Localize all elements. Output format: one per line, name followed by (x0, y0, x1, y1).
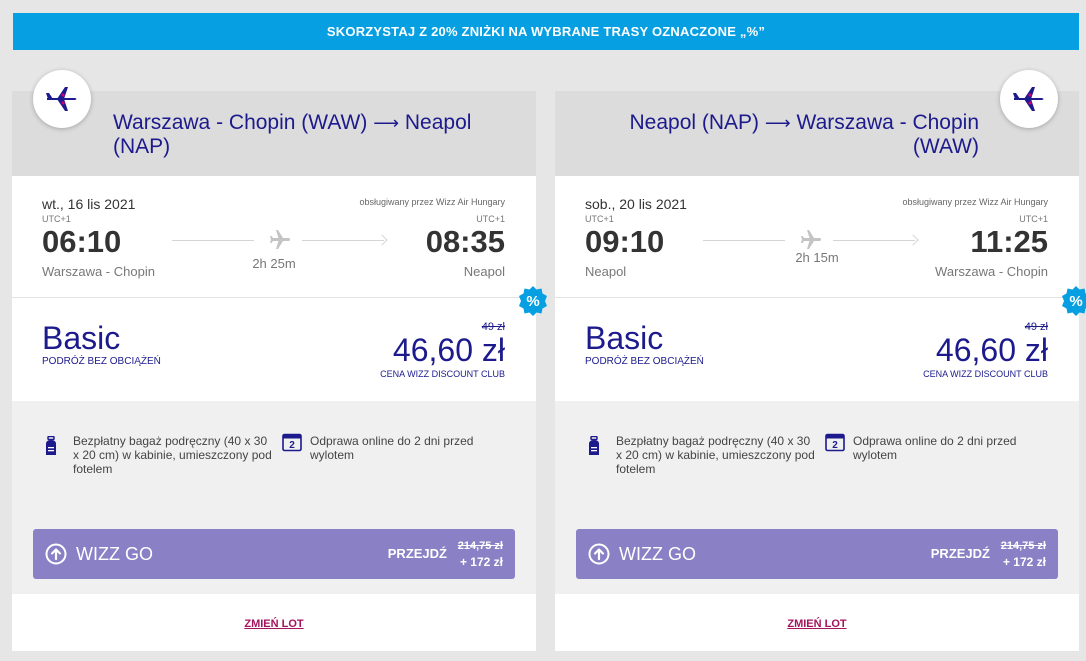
feature-baggage-text: Bezpłatny bagaż podręczny (40 x 30 x 20 … (73, 434, 272, 476)
route-arrow: ⟶ (373, 113, 400, 133)
wizz-go-add-price: + 172 zł (459, 555, 503, 569)
change-flight-link[interactable]: ZMIEŃ LOT (12, 618, 536, 630)
arrival-city: Neapol (463, 264, 505, 279)
wizz-go-label: WIZZ GO (76, 544, 153, 564)
wizz-go-button[interactable]: WIZZ GO PRZEJDŹ 214,75 zł + 172 zł (576, 529, 1058, 579)
wizz-go-action: PRZEJDŹ (387, 546, 447, 561)
flight-date: sob., 20 lis 2021 (585, 196, 687, 212)
arrow-up-circle-icon (588, 543, 610, 570)
fare-price: 46,60 zł (392, 332, 505, 368)
return-flight-card: Neapol (NAP) ⟶ Warszawa - Chopin (WAW) s… (555, 91, 1079, 651)
fare-features: Bezpłatny bagaż podręczny (40 x 30 x 20 … (12, 401, 536, 594)
flight-duration: 2h 15m (795, 250, 839, 265)
flight-details: wt., 16 lis 2021 obsługiwany przez Wizz … (12, 176, 536, 298)
wizz-go-old-price: 214,75 zł (1000, 540, 1046, 552)
route-origin: Warszawa - Chopin (WAW) (113, 111, 368, 134)
feature-checkin-text: Odprawa online do 2 dni przed wylotem (310, 434, 474, 462)
wizz-go-old-price: 214,75 zł (457, 540, 503, 552)
flight-date: wt., 16 lis 2021 (42, 196, 136, 212)
feature-baggage-text: Bezpłatny bagaż podręczny (40 x 30 x 20 … (616, 434, 815, 476)
operated-by: obsługiwany przez Wizz Air Hungary (902, 197, 1048, 207)
departure-time: 06:10 (42, 224, 122, 259)
departure-timezone: UTC+1 (42, 214, 71, 224)
backpack-icon (45, 435, 61, 459)
fare-subtitle: PODRÓŻ BEZ OBCIĄŻEŃ (585, 356, 704, 367)
promo-banner: SKORZYSTAJ Z 20% ZNIŻKI NA WYBRANE TRASY… (13, 13, 1079, 50)
route-destination: Warszawa - Chopin (WAW) (796, 111, 979, 158)
calendar-icon: 2 (825, 432, 845, 455)
wizz-go-label: WIZZ GO (619, 544, 696, 564)
airplane-icon (1000, 70, 1058, 128)
arrival-timezone: UTC+1 (1019, 214, 1048, 224)
path-line (833, 240, 915, 241)
path-line (703, 240, 785, 241)
flight-details: sob., 20 lis 2021 obsługiwany przez Wizz… (555, 176, 1079, 298)
path-arrow-icon (376, 234, 388, 246)
fare-option[interactable]: Basic PODRÓŻ BEZ OBCIĄŻEŃ 49 zł 46,60 zł… (12, 298, 536, 401)
arrival-time: 08:35 (425, 224, 505, 259)
departure-city: Warszawa - Chopin (42, 264, 155, 279)
calendar-icon-number: 2 (289, 440, 295, 451)
discount-badge-icon: % (517, 285, 549, 317)
outbound-flight-card: Warszawa - Chopin (WAW) ⟶ Neapol (NAP) w… (12, 91, 536, 651)
arrival-timezone: UTC+1 (476, 214, 505, 224)
fare-option[interactable]: Basic PODRÓŻ BEZ OBCIĄŻEŃ 49 zł 46,60 zł… (555, 298, 1079, 401)
operated-by: obsługiwany przez Wizz Air Hungary (359, 197, 505, 207)
route-title: Neapol (NAP) ⟶ Warszawa - Chopin (WAW) (585, 111, 979, 158)
wizz-go-add-price: + 172 zł (1002, 555, 1046, 569)
airplane-icon (33, 70, 91, 128)
fare-name: Basic (42, 320, 121, 356)
flight-path (172, 228, 392, 252)
route-arrow: ⟶ (764, 113, 791, 133)
path-arrow-icon (907, 234, 919, 246)
calendar-icon-number: 2 (832, 440, 838, 451)
fare-name: Basic (585, 320, 664, 356)
flight-path (703, 228, 923, 252)
fare-price: 46,60 zł (935, 332, 1048, 368)
discount-club-label: CENA WIZZ DISCOUNT CLUB (380, 369, 505, 379)
departure-timezone: UTC+1 (585, 214, 614, 224)
change-flight-link[interactable]: ZMIEŃ LOT (555, 618, 1079, 630)
discount-club-label: CENA WIZZ DISCOUNT CLUB (923, 369, 1048, 379)
fare-features: Bezpłatny bagaż podręczny (40 x 30 x 20 … (555, 401, 1079, 594)
arrow-up-circle-icon (45, 543, 67, 570)
airplane-small-icon (267, 228, 293, 257)
wizz-go-button[interactable]: WIZZ GO PRZEJDŹ 214,75 zł + 172 zł (33, 529, 515, 579)
route-origin: Neapol (NAP) (629, 111, 760, 134)
path-line (172, 240, 254, 241)
discount-badge-icon: % (1060, 285, 1086, 317)
path-line (302, 240, 384, 241)
route-title: Warszawa - Chopin (WAW) ⟶ Neapol (NAP) (113, 111, 506, 158)
discount-badge-text: % (526, 293, 539, 310)
departure-city: Neapol (585, 264, 627, 279)
wizz-go-action: PRZEJDŹ (930, 546, 990, 561)
fare-subtitle: PODRÓŻ BEZ OBCIĄŻEŃ (42, 356, 161, 367)
backpack-icon (588, 435, 604, 459)
calendar-icon: 2 (282, 432, 302, 455)
discount-badge-text: % (1069, 293, 1082, 310)
feature-checkin-text: Odprawa online do 2 dni przed wylotem (853, 434, 1017, 462)
arrival-city: Warszawa - Chopin (935, 264, 1048, 279)
